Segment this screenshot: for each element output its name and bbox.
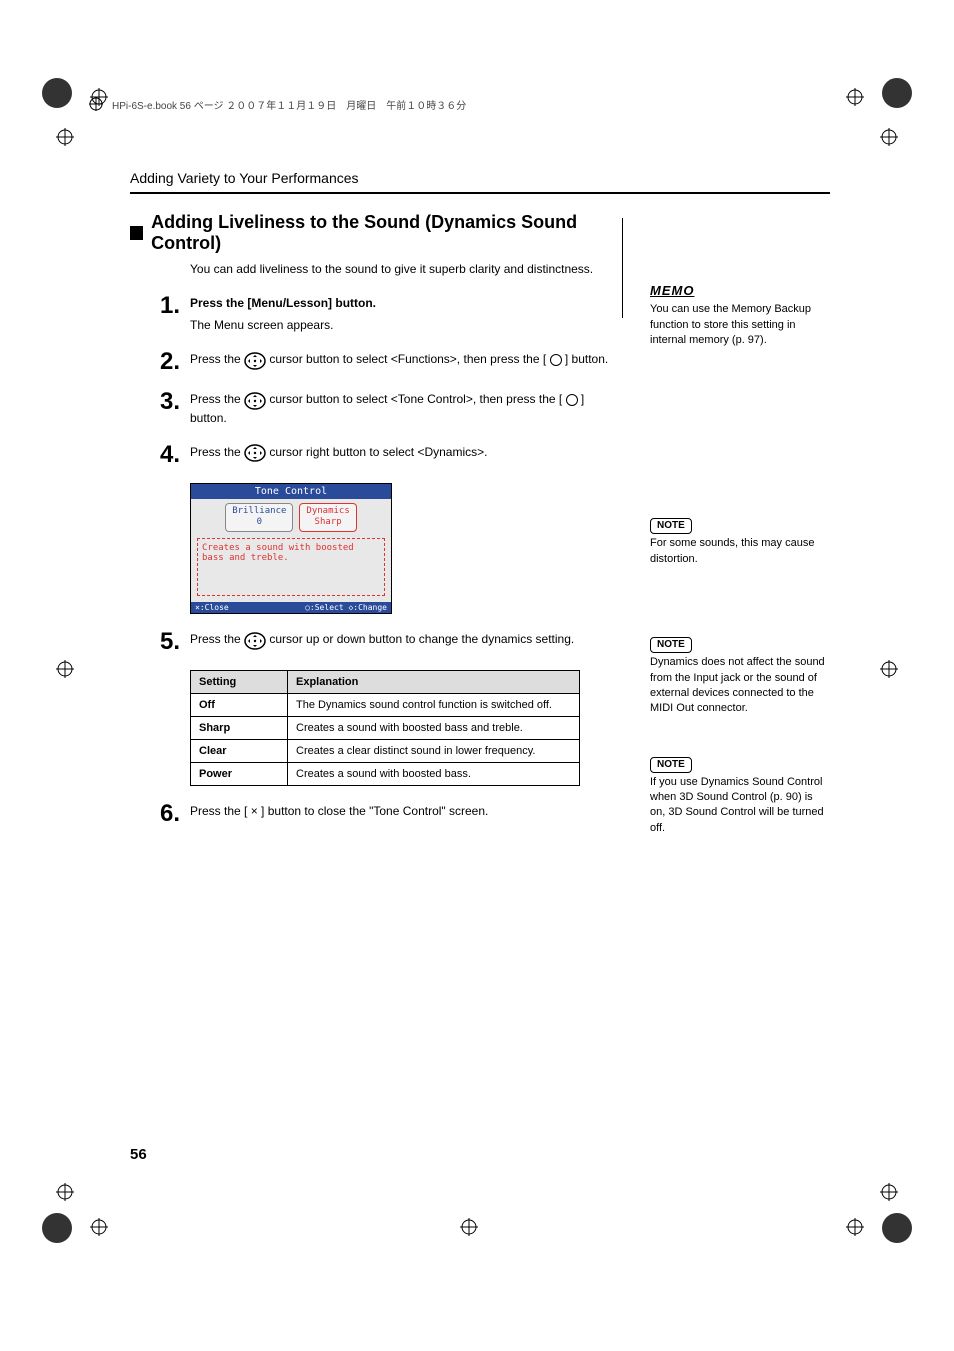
lcd-tab-brilliance: Brilliance 0 <box>225 503 293 533</box>
step-4-instruction: Press the cursor right button to select … <box>190 443 620 467</box>
cursor-dpad-icon <box>244 444 266 462</box>
header-tag-text: HPi-6S-e.book 56 ページ ２００７年１１月１９日 月曜日 午前１… <box>112 97 466 112</box>
corner-circle-br <box>882 1213 912 1243</box>
memo-label: MEMO <box>650 282 694 300</box>
reg-mark-left <box>56 128 74 146</box>
note-1-text: For some sounds, this may cause distorti… <box>650 536 830 567</box>
step-1-sub: The Menu screen appears. <box>190 316 620 334</box>
section-title-text: Adding Liveliness to the Sound (Dynamics… <box>151 212 620 254</box>
memo-text: You can use the Memory Backup function t… <box>650 302 830 348</box>
cursor-dpad-icon <box>244 351 266 369</box>
page-number: 56 <box>130 1146 147 1163</box>
cursor-dpad-icon <box>244 631 266 649</box>
reg-mark-right <box>880 128 898 146</box>
lcd-screenshot: Tone Control Brilliance 0 Dynamics Sharp… <box>190 483 392 615</box>
table-header-setting: Setting <box>191 671 288 694</box>
lcd-title: Tone Control <box>191 484 391 499</box>
table-row: PowerCreates a sound with boosted bass. <box>191 763 580 786</box>
reg-mark-br2 <box>846 1218 864 1236</box>
note-label: NOTE <box>650 757 692 773</box>
corner-circle-tr <box>882 78 912 108</box>
square-bullet-icon <box>130 226 143 240</box>
lcd-foot-right: ○:Select ◇:Change <box>305 603 387 612</box>
settings-table: Setting Explanation OffThe Dynamics soun… <box>190 670 580 786</box>
table-row: SharpCreates a sound with boosted bass a… <box>191 717 580 740</box>
step-2-instruction: Press the cursor button to select <Funct… <box>190 350 620 374</box>
table-row: OffThe Dynamics sound control function i… <box>191 694 580 717</box>
step-number-1: 1. <box>130 294 190 334</box>
section-title: Adding Liveliness to the Sound (Dynamics… <box>130 212 620 254</box>
running-head: Adding Variety to Your Performances <box>130 170 830 186</box>
step-3-instruction: Press the cursor button to select <Tone … <box>190 390 620 427</box>
step-number-3: 3. <box>130 390 190 427</box>
step-number-6: 6. <box>130 802 190 826</box>
lcd-tab-dynamics: Dynamics Sharp <box>299 503 356 533</box>
note-3-text: If you use Dynamics Sound Control when 3… <box>650 775 830 837</box>
cursor-dpad-icon <box>244 391 266 409</box>
circle-button-icon <box>566 394 578 406</box>
reg-mark-bottom-right <box>880 1183 898 1201</box>
note-label: NOTE <box>650 518 692 534</box>
lcd-foot-left: ×:Close <box>195 603 229 612</box>
step-5-instruction: Press the cursor up or down button to ch… <box>190 630 620 654</box>
table-header-explanation: Explanation <box>288 671 580 694</box>
circle-button-icon <box>550 354 562 366</box>
reg-mark-top-right <box>846 88 864 106</box>
corner-circle-bl <box>42 1213 72 1243</box>
corner-circle-tl <box>42 78 72 108</box>
reg-mark-bl2 <box>90 1218 108 1236</box>
section-rule <box>130 192 830 194</box>
step-1-instruction: Press the [Menu/Lesson] button. <box>190 294 620 312</box>
lcd-description: Creates a sound with boosted bass and tr… <box>197 538 385 596</box>
step-6-instruction: Press the [ × ] button to close the "Ton… <box>190 802 620 826</box>
reg-mark-bottom-center <box>460 1218 478 1236</box>
note-2-text: Dynamics does not affect the sound from … <box>650 655 830 717</box>
reg-mark-left-mid <box>56 660 74 678</box>
step-number-5: 5. <box>130 630 190 654</box>
reg-mark-right-mid <box>880 660 898 678</box>
document-header-tag: HPi-6S-e.book 56 ページ ２００７年１１月１９日 月曜日 午前１… <box>88 96 466 112</box>
section-intro: You can add liveliness to the sound to g… <box>190 262 620 276</box>
reg-mark-bottom-left <box>56 1183 74 1201</box>
x-button-icon: × <box>251 804 258 818</box>
note-label: NOTE <box>650 637 692 653</box>
step-number-4: 4. <box>130 443 190 467</box>
table-row: ClearCreates a clear distinct sound in l… <box>191 740 580 763</box>
step-number-2: 2. <box>130 350 190 374</box>
column-divider <box>622 218 623 318</box>
